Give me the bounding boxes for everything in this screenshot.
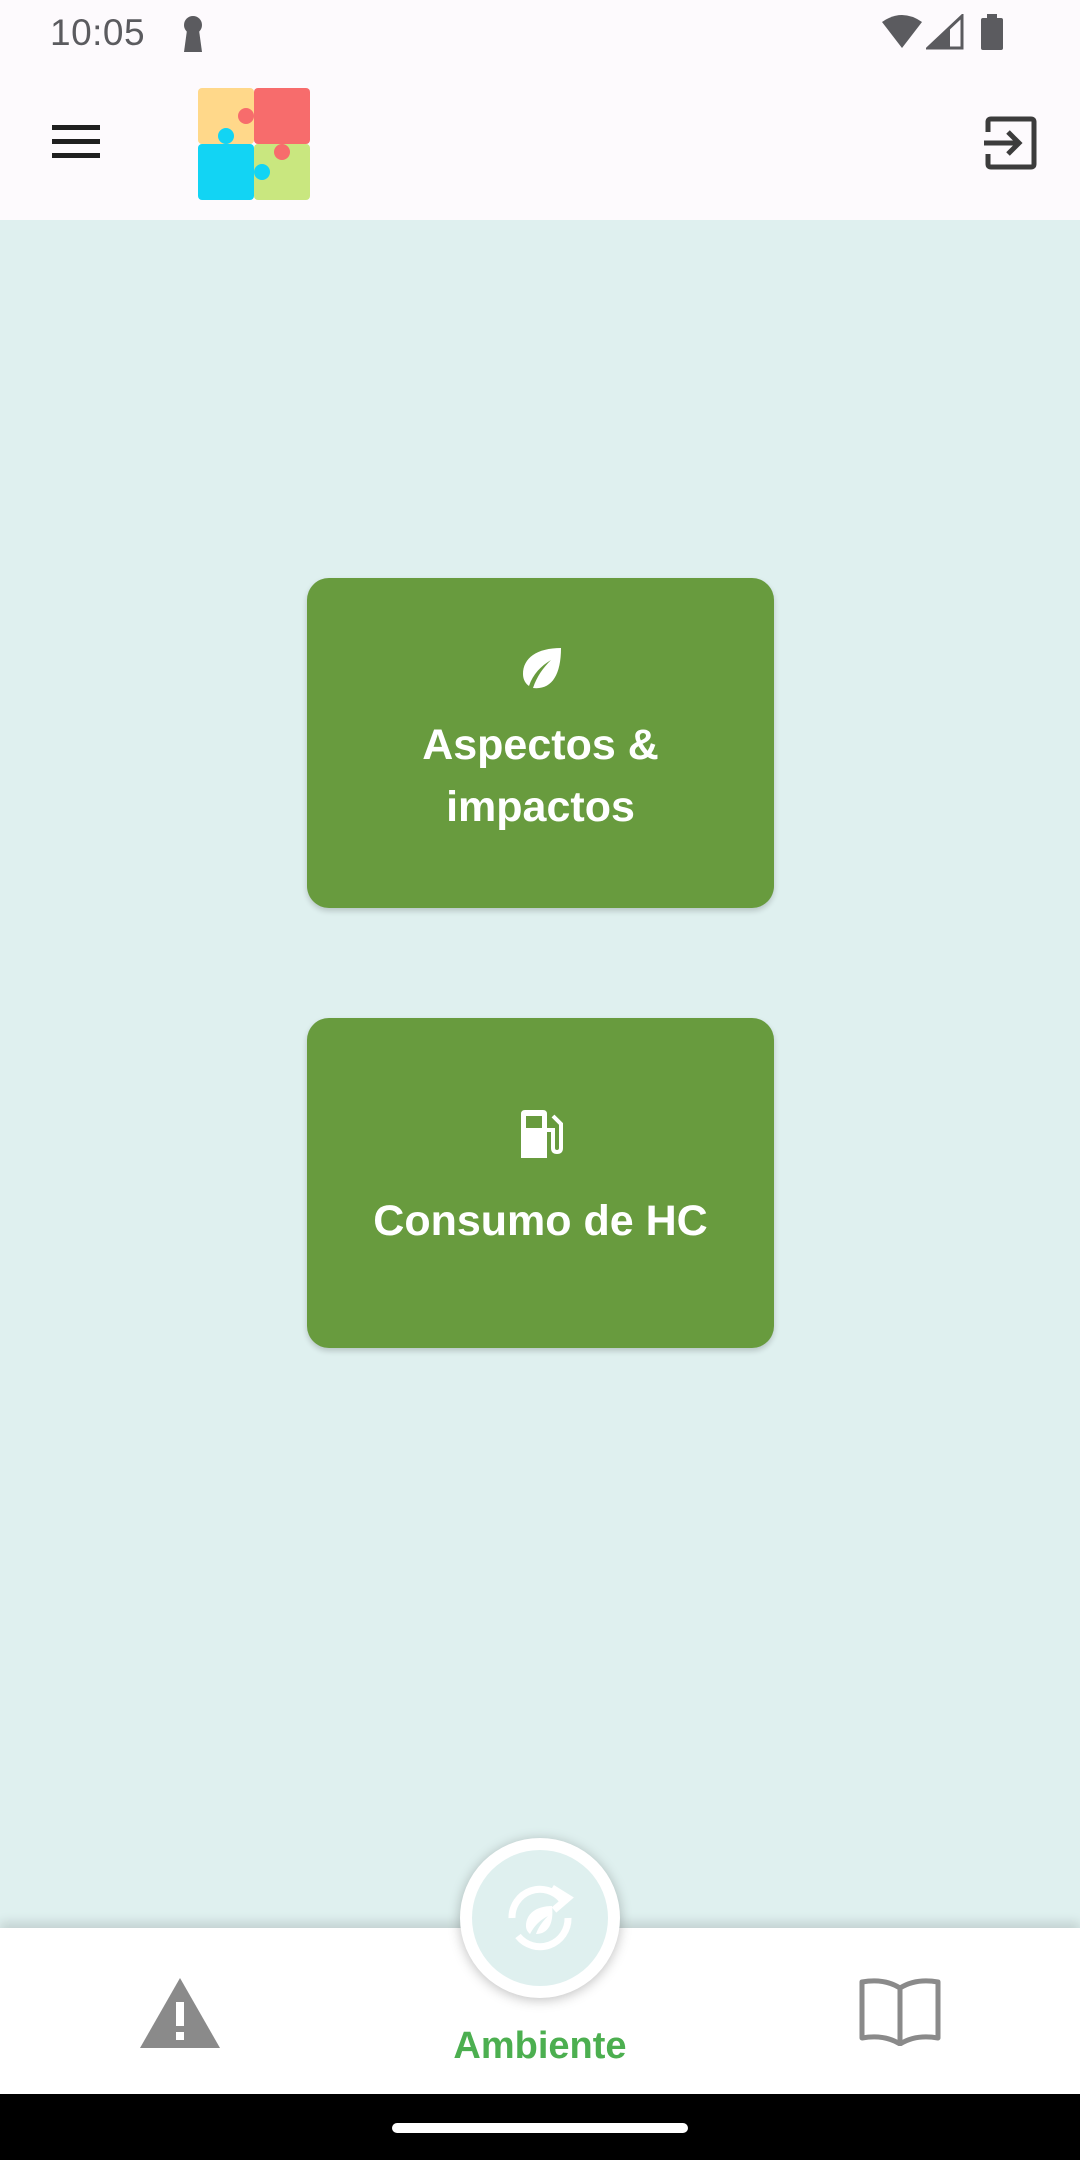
exit-icon[interactable] — [984, 116, 1038, 175]
key-icon — [178, 14, 208, 59]
hamburger-menu-icon[interactable] — [50, 122, 102, 165]
status-bar: 10:05 — [0, 0, 1080, 70]
leaf-icon — [517, 644, 565, 697]
book-icon[interactable] — [858, 1976, 942, 2051]
aspectos-impactos-button[interactable]: Aspectos & impactos — [307, 578, 774, 908]
puzzle-logo-icon — [198, 88, 310, 205]
battery-icon — [980, 14, 1004, 57]
system-navigation-bar — [0, 2094, 1080, 2160]
consumo-hc-label: Consumo de HC — [373, 1197, 708, 1245]
aspectos-impactos-label: Aspectos & impactos — [422, 721, 659, 831]
eco-recycle-icon — [492, 1870, 588, 1971]
status-time: 10:05 — [50, 12, 146, 53]
consumo-hc-button[interactable]: Consumo de HC — [307, 1018, 774, 1348]
ambiente-nav-button[interactable] — [460, 1838, 620, 1998]
fuel-pump-icon — [517, 1108, 565, 1165]
wifi-icon — [880, 14, 924, 55]
cell-signal-icon — [924, 12, 966, 55]
main-content: Aspectos & impactos Consumo de HC — [0, 220, 1080, 1930]
fab-circle — [472, 1850, 608, 1986]
warning-icon[interactable] — [138, 1976, 222, 2055]
app-bar — [0, 70, 1080, 220]
nav-ambiente-label[interactable]: Ambiente — [390, 2025, 690, 2068]
home-gesture-handle[interactable] — [392, 2123, 688, 2133]
